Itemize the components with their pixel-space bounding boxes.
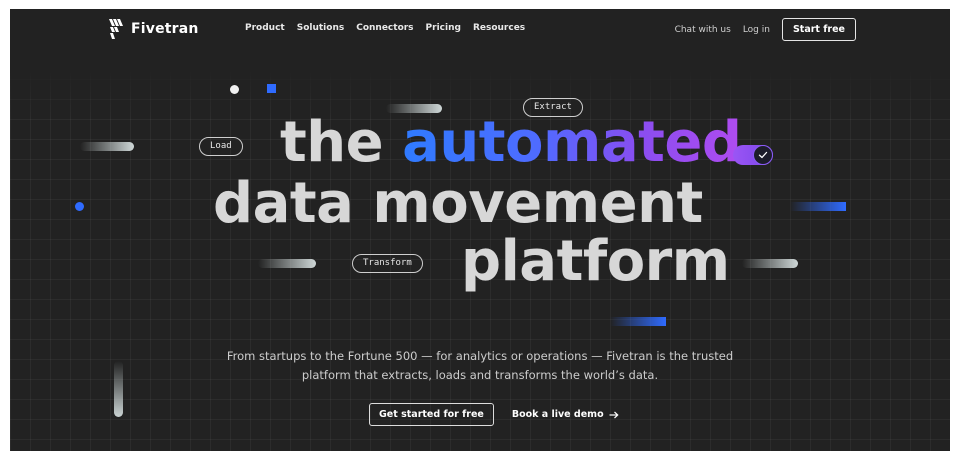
nav-item-product[interactable]: Product <box>245 23 285 33</box>
arrow-right-icon <box>609 411 619 418</box>
nav-item-solutions[interactable]: Solutions <box>297 23 345 33</box>
chat-link[interactable]: Chat with us <box>675 25 731 35</box>
headline-prefix: the <box>280 110 384 175</box>
brand-logo[interactable]: Fivetran <box>109 19 199 39</box>
nav-item-connectors[interactable]: Connectors <box>356 23 413 33</box>
streak-decoration <box>80 142 134 151</box>
book-demo-label: Book a live demo <box>511 409 604 420</box>
nav-item-pricing[interactable]: Pricing <box>426 23 461 33</box>
white-dot-decoration <box>230 85 239 94</box>
headline-line-3: platform <box>461 229 730 294</box>
load-pill: Load <box>199 137 243 156</box>
toggle-knob <box>753 145 773 165</box>
main-nav: Product Solutions Connectors Pricing Res… <box>245 23 525 33</box>
headline-line-1: the automated <box>280 115 742 171</box>
headline-highlight: automated <box>402 110 742 175</box>
book-demo-link[interactable]: Book a live demo <box>512 409 619 420</box>
blue-square-decoration <box>267 84 276 93</box>
check-icon <box>758 151 768 159</box>
vertical-streak-decoration <box>114 361 123 417</box>
blue-streak-decoration <box>610 317 666 326</box>
transform-pill: Transform <box>352 254 423 273</box>
hero-section: Fivetran Product Solutions Connectors Pr… <box>10 9 950 451</box>
hero-subtext: From startups to the Fortune 500 — for a… <box>226 349 734 382</box>
headline-line-2: data movement <box>213 171 703 236</box>
brand-name: Fivetran <box>131 21 199 37</box>
blue-streak-decoration <box>790 202 846 211</box>
cta-row: Get started for free Book a live demo <box>369 403 619 426</box>
streak-decoration <box>742 259 798 268</box>
fivetran-logo-icon <box>109 19 123 39</box>
streak-decoration <box>258 259 316 268</box>
login-link[interactable]: Log in <box>743 25 770 35</box>
get-started-button[interactable]: Get started for free <box>369 403 494 426</box>
toggle-switch-decoration <box>733 145 773 165</box>
nav-item-resources[interactable]: Resources <box>473 23 525 33</box>
header-actions: Chat with us Log in Start free <box>675 18 856 41</box>
blue-dot-decoration <box>75 202 84 211</box>
start-free-button[interactable]: Start free <box>781 18 856 41</box>
